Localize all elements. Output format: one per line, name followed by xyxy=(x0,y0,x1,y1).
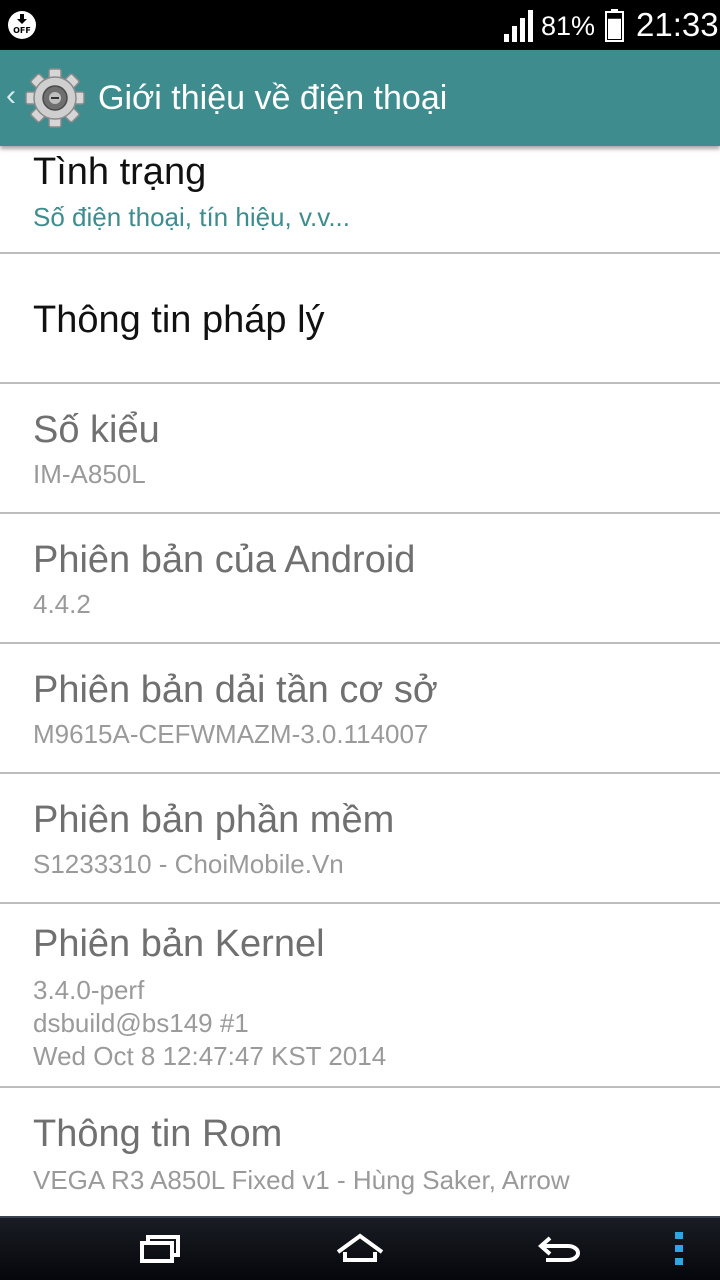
item-subtitle: S1233310 - ChoiMobile.Vn xyxy=(33,849,344,879)
battery-icon xyxy=(605,9,624,42)
up-navigation-button[interactable]: ‹ xyxy=(0,50,92,146)
clock: 21:33 xyxy=(636,6,719,43)
list-item-legal-info[interactable]: Thông tin pháp lý xyxy=(0,254,720,384)
download-off-label: OFF xyxy=(13,26,31,35)
list-item-model-number: Số kiểu IM-A850L xyxy=(0,384,720,514)
item-title: Phiên bản dải tần cơ sở xyxy=(33,669,438,711)
item-subtitle-line: Wed Oct 8 12:47:47 KST 2014 xyxy=(33,1041,387,1071)
recent-apps-icon xyxy=(140,1235,180,1263)
status-bar: OFF 81% 21:33 xyxy=(0,0,720,50)
list-item-kernel-version: Phiên bản Kernel 3.4.0-perf dsbuild@bs14… xyxy=(0,904,720,1088)
action-bar: ‹ Giới thiệu về điện thoại xyxy=(0,50,720,146)
list-item-status[interactable]: Tình trạng Số điện thoại, tín hiệu, v.v.… xyxy=(0,146,720,254)
item-subtitle-line: 3.4.0-perf xyxy=(33,975,145,1005)
back-arrow-icon xyxy=(537,1236,580,1262)
item-subtitle: Số điện thoại, tín hiệu, v.v... xyxy=(33,202,351,232)
download-off-icon: OFF xyxy=(8,11,36,39)
item-title: Thông tin Rom xyxy=(33,1113,283,1155)
item-subtitle: VEGA R3 A850L Fixed v1 - Hùng Saker, Arr… xyxy=(33,1165,570,1195)
item-subtitle-line: dsbuild@bs149 #1 xyxy=(33,1008,249,1038)
list-item-software-version: Phiên bản phần mềm S1233310 - ChoiMobile… xyxy=(0,774,720,904)
battery-percent: 81% xyxy=(541,11,596,41)
settings-list[interactable]: Tình trạng Số điện thoại, tín hiệu, v.v.… xyxy=(0,146,720,1216)
gear-icon xyxy=(25,68,85,128)
item-title: Số kiểu xyxy=(33,409,160,451)
chevron-left-icon: ‹ xyxy=(6,79,16,112)
item-subtitle: M9615A-CEFWMAZM-3.0.114007 xyxy=(33,719,429,749)
signal-strength-icon xyxy=(504,10,533,42)
item-subtitle: 4.4.2 xyxy=(33,589,91,619)
home-icon xyxy=(336,1233,384,1262)
overflow-menu-button[interactable] xyxy=(664,1216,694,1280)
recent-apps-button[interactable] xyxy=(128,1216,192,1280)
overflow-menu-icon xyxy=(675,1232,683,1265)
list-item-baseband-version: Phiên bản dải tần cơ sở M9615A-CEFWMAZM-… xyxy=(0,644,720,774)
navigation-bar xyxy=(0,1216,720,1280)
back-button[interactable] xyxy=(528,1216,592,1280)
item-title: Phiên bản Kernel xyxy=(33,923,325,965)
item-subtitle: IM-A850L xyxy=(33,459,146,489)
item-title: Phiên bản phần mềm xyxy=(33,799,395,841)
item-title: Phiên bản của Android xyxy=(33,539,416,581)
page-title: Giới thiệu về điện thoại xyxy=(98,79,448,117)
list-item-android-version[interactable]: Phiên bản của Android 4.4.2 xyxy=(0,514,720,644)
home-button[interactable] xyxy=(328,1216,392,1280)
item-title: Thông tin pháp lý xyxy=(33,299,325,341)
list-item-rom-info: Thông tin Rom VEGA R3 A850L Fixed v1 - H… xyxy=(0,1088,720,1216)
item-title: Tình trạng xyxy=(33,151,207,193)
